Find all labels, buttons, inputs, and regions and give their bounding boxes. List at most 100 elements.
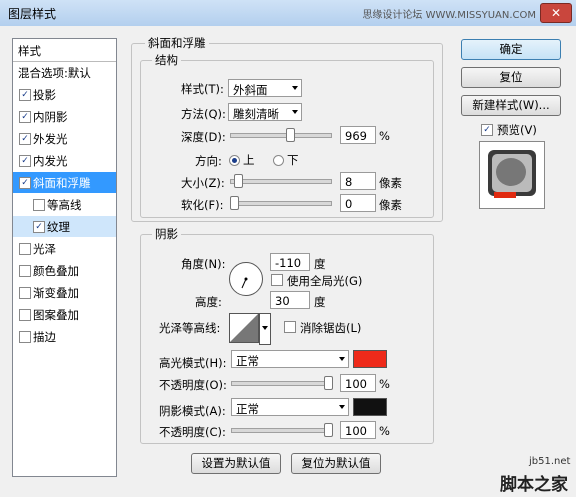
structure-title: 结构 [152, 52, 181, 68]
gloss-contour-picker[interactable] [229, 313, 259, 343]
depth-unit: % [379, 129, 390, 143]
style-preview-thumbnail [479, 141, 545, 209]
sidebar-checkbox[interactable] [19, 243, 31, 255]
sidebar-item-0[interactable]: 混合选项:默认 [13, 62, 116, 83]
sidebar-item-label: 图案叠加 [33, 308, 79, 322]
highlight-opacity-unit: % [379, 377, 390, 391]
new-style-button[interactable]: 新建样式(W)... [461, 95, 561, 116]
antialias-checkbox[interactable] [284, 321, 296, 333]
sidebar-checkbox[interactable] [19, 287, 31, 299]
highlight-color-swatch[interactable] [353, 350, 387, 368]
sidebar-item-label: 光泽 [33, 242, 56, 256]
sidebar-checkbox[interactable]: ✓ [33, 221, 45, 233]
highlight-opacity-slider-track[interactable] [231, 381, 333, 386]
reset-default-button[interactable]: 复位为默认值 [291, 453, 381, 474]
title-bar: 图层样式 思缘设计论坛 WWW.MISSYUAN.COM ✕ [0, 0, 576, 27]
sidebar-item-1[interactable]: ✓ 投影 [13, 84, 116, 105]
depth-input[interactable]: 969 [340, 126, 376, 144]
sidebar-item-3[interactable]: ✓ 外发光 [13, 128, 116, 149]
preview-swatch-image [488, 150, 536, 198]
sidebar-item-12[interactable]: 描边 [13, 326, 116, 347]
sidebar-checkbox[interactable] [19, 265, 31, 277]
sidebar-checkbox[interactable]: ✓ [19, 111, 31, 123]
size-slider-track[interactable] [230, 179, 332, 184]
altitude-input[interactable]: 30 [270, 291, 310, 309]
sidebar-item-8[interactable]: 光泽 [13, 238, 116, 259]
antialias-label: 消除锯齿(L) [300, 321, 362, 335]
soften-slider-thumb[interactable] [230, 196, 239, 210]
sidebar-item-label: 渐变叠加 [33, 286, 79, 300]
style-label: 样式(T): [181, 82, 224, 96]
soften-slider-track[interactable] [230, 201, 332, 206]
sidebar-item-2[interactable]: ✓ 内阴影 [13, 106, 116, 127]
close-icon: ✕ [550, 6, 562, 20]
altitude-label: 高度: [195, 295, 222, 309]
technique-value: 雕刻清晰 [233, 107, 279, 121]
shadow-color-swatch[interactable] [353, 398, 387, 416]
sidebar-header[interactable]: 样式 [13, 39, 116, 62]
size-slider-thumb[interactable] [234, 174, 243, 188]
sidebar-item-label: 投影 [33, 88, 56, 102]
angle-input[interactable]: -110 [270, 253, 310, 271]
sidebar-checkbox[interactable]: ✓ [19, 133, 31, 145]
global-light-checkbox[interactable] [271, 274, 283, 286]
depth-slider-track[interactable] [230, 133, 332, 138]
sidebar-item-6[interactable]: 等高线 [13, 194, 116, 215]
sidebar-item-label: 等高线 [47, 198, 82, 212]
sidebar-item-11[interactable]: 图案叠加 [13, 304, 116, 325]
direction-up-radio[interactable] [229, 155, 240, 166]
shadow-mode-select[interactable]: 正常 [231, 398, 349, 416]
sidebar-checkbox[interactable] [33, 199, 45, 211]
depth-slider-thumb[interactable] [286, 128, 295, 142]
bevel-style-select[interactable]: 外斜面 [228, 79, 302, 97]
soften-input[interactable]: 0 [340, 194, 376, 212]
preview-checkbox[interactable]: ✓ [481, 124, 493, 136]
shadow-opacity-slider-thumb[interactable] [324, 423, 333, 437]
sidebar-item-label: 描边 [33, 330, 56, 344]
sidebar-item-9[interactable]: 颜色叠加 [13, 260, 116, 281]
angle-indicator-icon [241, 277, 248, 289]
sidebar-checkbox[interactable]: ✓ [19, 89, 31, 101]
gloss-contour-dropdown[interactable] [259, 313, 271, 345]
direction-down-radio[interactable] [273, 155, 284, 166]
sidebar-item-10[interactable]: 渐变叠加 [13, 282, 116, 303]
preview-label: 预览(V) [497, 123, 537, 137]
window-title: 图层样式 [8, 7, 57, 21]
direction-label: 方向: [195, 154, 222, 168]
sidebar-checkbox[interactable]: ✓ [19, 155, 31, 167]
soften-unit: 像素 [379, 198, 402, 212]
shadow-opacity-label: 不透明度(C): [159, 425, 226, 439]
soften-value: 0 [345, 197, 353, 211]
sidebar-checkbox[interactable] [19, 309, 31, 321]
shadow-opacity-slider-track[interactable] [231, 428, 333, 433]
sidebar-checkbox[interactable] [19, 331, 31, 343]
depth-label: 深度(D): [181, 130, 226, 144]
close-button[interactable]: ✕ [540, 3, 572, 23]
sidebar-item-5[interactable]: ✓ 斜面和浮雕 [13, 172, 116, 193]
make-default-button[interactable]: 设置为默认值 [191, 453, 281, 474]
highlight-mode-select[interactable]: 正常 [231, 350, 349, 368]
sidebar-checkbox[interactable]: ✓ [19, 177, 31, 189]
angle-unit: 度 [314, 257, 326, 271]
shadow-opacity-unit: % [379, 424, 390, 438]
sidebar-header-label: 样式 [18, 44, 41, 58]
sidebar-item-7[interactable]: ✓ 纹理 [13, 216, 116, 237]
size-input[interactable]: 8 [340, 172, 376, 190]
gloss-contour-label: 光泽等高线: [159, 321, 221, 335]
contour-curve-icon [230, 314, 258, 342]
direction-up-label: 上 [243, 153, 255, 167]
chevron-down-icon [339, 405, 345, 409]
highlight-opacity-label: 不透明度(O): [159, 378, 227, 392]
highlight-opacity-input[interactable]: 100 [340, 374, 376, 392]
sidebar-item-4[interactable]: ✓ 内发光 [13, 150, 116, 171]
shadow-opacity-input[interactable]: 100 [340, 421, 376, 439]
sidebar-item-label: 外发光 [33, 132, 68, 146]
chevron-down-icon [339, 357, 345, 361]
angle-dial[interactable] [229, 262, 263, 296]
ok-button[interactable]: 确定 [461, 39, 561, 60]
highlight-opacity-value: 100 [345, 377, 367, 391]
highlight-opacity-slider-thumb[interactable] [324, 376, 333, 390]
altitude-unit: 度 [314, 295, 326, 309]
technique-select[interactable]: 雕刻清晰 [228, 103, 302, 121]
reset-button[interactable]: 复位 [461, 67, 561, 88]
